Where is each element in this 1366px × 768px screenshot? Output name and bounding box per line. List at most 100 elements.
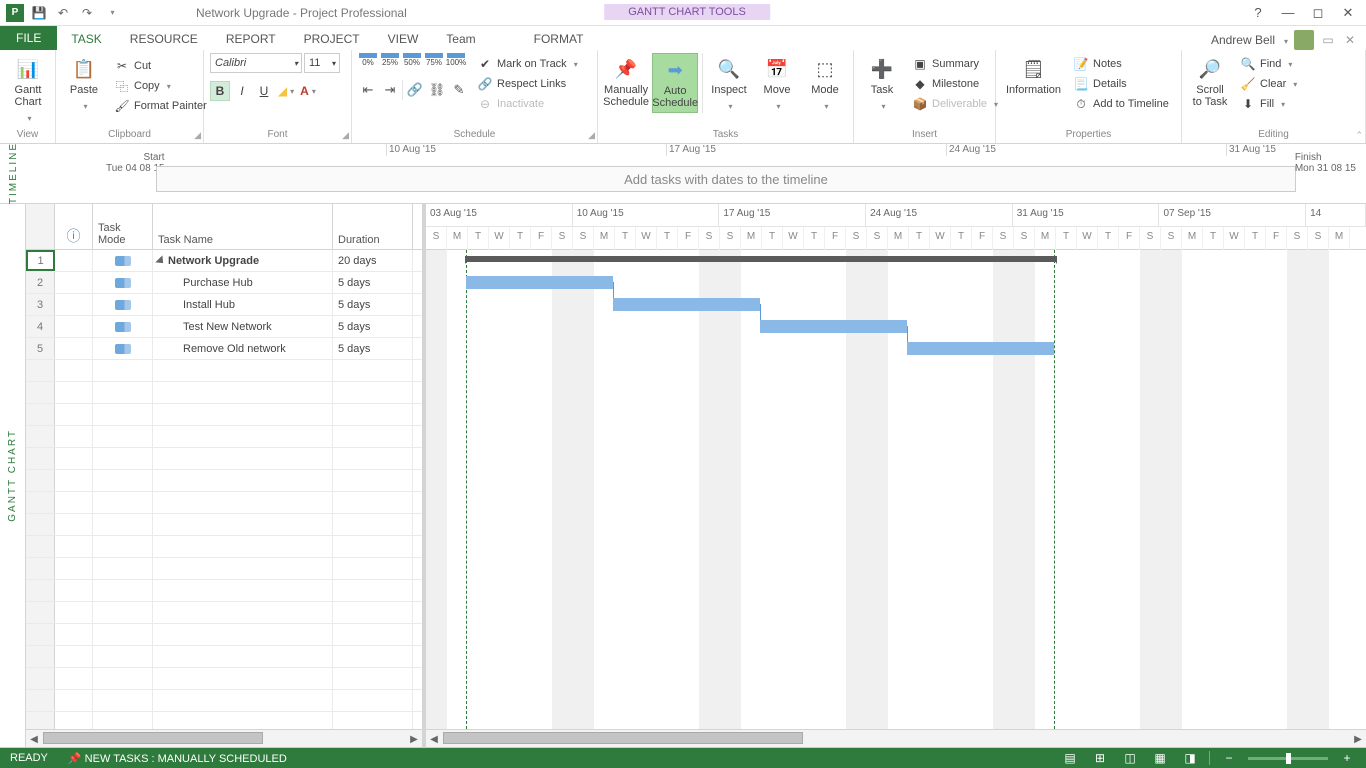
cell-info[interactable] [55, 712, 93, 729]
cell-duration[interactable]: 5 days [333, 272, 413, 293]
row-number[interactable] [26, 690, 55, 711]
cell-info[interactable] [55, 382, 93, 403]
cell-duration[interactable]: 5 days [333, 294, 413, 315]
link-tasks-button[interactable]: 🔗 [405, 80, 425, 100]
font-launcher-icon[interactable]: ◢ [342, 130, 349, 141]
cell-duration[interactable] [333, 382, 413, 403]
file-tab[interactable]: FILE [0, 26, 57, 50]
row-number[interactable]: 4 [26, 316, 55, 337]
table-row[interactable] [26, 602, 422, 624]
zoom-in-button[interactable]: + [1336, 749, 1358, 767]
cell-mode[interactable] [93, 250, 153, 271]
row-number[interactable] [26, 668, 55, 689]
view-resource-sheet-button[interactable]: ▦ [1149, 749, 1171, 767]
cell-info[interactable] [55, 558, 93, 579]
inactivate-button[interactable]: ⊖Inactivate [473, 95, 582, 113]
paste-button[interactable]: 📋 Paste [62, 53, 106, 115]
day-header[interactable]: T [510, 227, 531, 250]
zoom-thumb[interactable] [1286, 753, 1291, 764]
day-header[interactable]: T [1203, 227, 1224, 250]
cell-name[interactable]: Test New Network [153, 316, 333, 337]
summary-bar[interactable] [466, 256, 1056, 266]
day-header[interactable]: F [825, 227, 846, 250]
cell-info[interactable] [55, 580, 93, 601]
user-menu-icon[interactable] [1281, 33, 1288, 47]
day-header[interactable]: M [1329, 227, 1350, 250]
font-name-select[interactable]: Calibri▾ [210, 53, 302, 73]
cell-info[interactable] [55, 624, 93, 645]
cell-info[interactable] [55, 294, 93, 315]
cell-duration[interactable] [333, 470, 413, 491]
cell-name[interactable] [153, 668, 333, 689]
clear-button[interactable]: 🧹Clear [1236, 75, 1301, 93]
table-row[interactable] [26, 690, 422, 712]
day-header[interactable]: S [426, 227, 447, 250]
day-header[interactable]: M [741, 227, 762, 250]
cell-mode[interactable] [93, 316, 153, 337]
cell-mode[interactable] [93, 272, 153, 293]
split-task-button[interactable]: ✎ [449, 80, 469, 100]
gantt-hscroll-right-icon[interactable]: ▶ [1350, 730, 1366, 747]
row-number[interactable]: 1 [26, 250, 55, 271]
table-row[interactable] [26, 404, 422, 426]
pct-50-button[interactable]: 50% [402, 53, 422, 77]
cell-info[interactable] [55, 316, 93, 337]
day-header[interactable]: F [1119, 227, 1140, 250]
row-number[interactable] [26, 492, 55, 513]
cell-name[interactable] [153, 360, 333, 381]
cell-mode[interactable] [93, 448, 153, 469]
schedule-launcher-icon[interactable]: ◢ [588, 130, 595, 141]
day-header[interactable]: T [657, 227, 678, 250]
bold-button[interactable]: B [210, 81, 230, 101]
row-number[interactable] [26, 360, 55, 381]
tab-view[interactable]: VIEW [374, 26, 433, 50]
timeline-strip[interactable]: Add tasks with dates to the timeline [156, 166, 1296, 192]
summary-button[interactable]: ▣Summary [908, 55, 1002, 73]
cell-duration[interactable] [333, 712, 413, 729]
day-header[interactable]: S [1287, 227, 1308, 250]
pct-25-button[interactable]: 25% [380, 53, 400, 77]
table-row[interactable]: 3Install Hub5 days [26, 294, 422, 316]
redo-icon[interactable]: ↷ [78, 4, 96, 22]
minimize-icon[interactable]: — [1278, 3, 1298, 23]
table-row[interactable] [26, 448, 422, 470]
cell-info[interactable] [55, 360, 93, 381]
maximize-icon[interactable]: ◻ [1308, 3, 1328, 23]
cell-name[interactable] [153, 602, 333, 623]
cell-info[interactable] [55, 536, 93, 557]
table-row[interactable] [26, 470, 422, 492]
row-number[interactable] [26, 470, 55, 491]
scroll-to-task-button[interactable]: 🔎Scroll to Task [1188, 53, 1232, 111]
day-header[interactable]: T [1056, 227, 1077, 250]
cell-duration[interactable] [333, 646, 413, 667]
unlink-tasks-button[interactable]: ⛓ [427, 80, 447, 100]
day-header[interactable]: M [594, 227, 615, 250]
day-header[interactable]: T [909, 227, 930, 250]
auto-schedule-button[interactable]: ➡Auto Schedule [652, 53, 698, 113]
copy-button[interactable]: ⿻Copy [110, 77, 211, 95]
table-row[interactable] [26, 712, 422, 729]
cell-name[interactable]: Remove Old network [153, 338, 333, 359]
week-header[interactable]: 14 [1306, 204, 1366, 226]
status-new-tasks[interactable]: 📌 NEW TASKS : MANUALLY SCHEDULED [58, 752, 297, 765]
cell-duration[interactable] [333, 558, 413, 579]
day-header[interactable]: T [615, 227, 636, 250]
cell-name[interactable] [153, 492, 333, 513]
cell-mode[interactable] [93, 646, 153, 667]
cell-info[interactable] [55, 514, 93, 535]
th-mode[interactable]: Task Mode [93, 204, 153, 249]
row-number[interactable] [26, 712, 55, 729]
day-header[interactable]: M [1035, 227, 1056, 250]
cell-name[interactable] [153, 558, 333, 579]
cell-mode[interactable] [93, 558, 153, 579]
cell-name[interactable] [153, 404, 333, 425]
indent-button[interactable]: ⇥ [380, 80, 400, 100]
cell-info[interactable] [55, 338, 93, 359]
table-row[interactable] [26, 382, 422, 404]
table-row[interactable] [26, 514, 422, 536]
gantt-hscroll[interactable]: ◀ ▶ [426, 729, 1366, 747]
cell-name[interactable]: Network Upgrade [153, 250, 333, 271]
task-bar[interactable] [907, 342, 1054, 355]
close-icon[interactable]: ✕ [1338, 3, 1358, 23]
table-row[interactable]: 5Remove Old network5 days [26, 338, 422, 360]
